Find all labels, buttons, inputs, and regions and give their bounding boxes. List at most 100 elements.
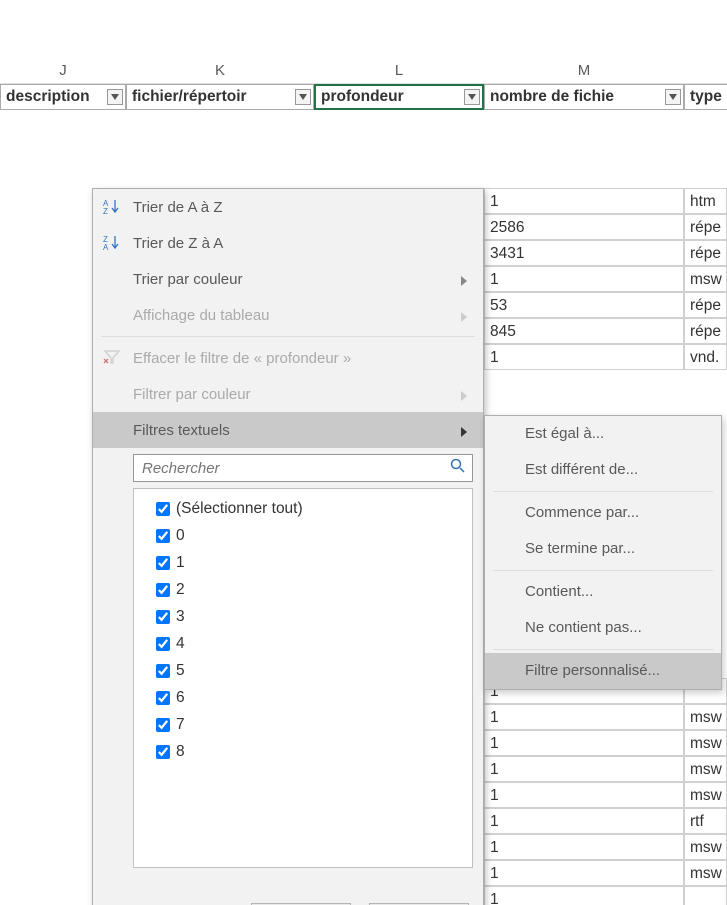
menu-sort-za[interactable]: ZA Trier de Z à A [93,225,483,261]
cell[interactable]: 845 [484,318,684,344]
checkbox[interactable] [156,691,170,705]
cell[interactable]: 1 [484,266,684,292]
menu-clear-filter: Effacer le filtre de « profondeur » [93,340,483,376]
cell[interactable]: 1 [484,704,684,730]
cell[interactable]: 1 [484,886,684,905]
cell[interactable]: répe [684,214,727,240]
cell[interactable]: vnd. [684,344,727,370]
check-item[interactable]: 7 [140,711,466,738]
cell[interactable]: 1 [484,834,684,860]
search-icon [450,458,466,478]
submenu-not-contains[interactable]: Ne contient pas... [485,610,721,646]
menu-text-filters[interactable]: Filtres textuels [93,412,483,448]
cell[interactable]: 1 [484,188,684,214]
cell[interactable]: 53 [484,292,684,318]
separator [493,570,713,571]
header-label: profondeur [321,88,404,106]
cell[interactable]: 1 [484,782,684,808]
col-letter-j[interactable]: J [0,58,126,83]
cell[interactable]: 1 [484,808,684,834]
chevron-right-icon [461,424,469,441]
check-label: 0 [176,527,185,545]
sort-az-icon: AZ [103,197,121,219]
cell[interactable]: 1 [484,344,684,370]
cell[interactable]: répe [684,240,727,266]
column-n-lower: msw msw msw msw rtf msw msw [684,678,727,905]
cell[interactable]: rtf [684,808,727,834]
check-item[interactable]: 2 [140,576,466,603]
submenu-custom[interactable]: Filtre personnalisé... [485,653,721,689]
header-profondeur[interactable]: profondeur [314,84,484,110]
check-item[interactable]: 8 [140,738,466,765]
check-item[interactable]: 3 [140,603,466,630]
search-box[interactable] [133,454,473,482]
check-label: 1 [176,554,185,572]
cell[interactable]: msw [684,266,727,292]
check-label: 7 [176,716,185,734]
check-item[interactable]: 6 [140,684,466,711]
cell[interactable]: 2586 [484,214,684,240]
check-item[interactable]: 4 [140,630,466,657]
filter-checklist[interactable]: (Sélectionner tout) 0 1 2 3 4 5 6 7 8 [133,488,473,868]
checkbox[interactable] [156,529,170,543]
cell[interactable]: 3431 [484,240,684,266]
col-letter-n[interactable] [684,58,727,83]
checkbox[interactable] [156,637,170,651]
menu-label: Effacer le filtre de « profondeur » [133,350,351,367]
header-label: description [6,88,90,106]
header-fichier[interactable]: fichier/répertoir [126,84,314,110]
cell[interactable]: répe [684,318,727,344]
submenu-equals[interactable]: Est égal à... [485,416,721,452]
check-item[interactable]: 1 [140,549,466,576]
check-label: 8 [176,743,185,761]
menu-label: Filtrer par couleur [133,386,251,403]
menu-label: Filtres textuels [133,422,230,439]
cell[interactable]: 1 [484,860,684,886]
cell[interactable]: 1 [484,730,684,756]
checkbox[interactable] [156,664,170,678]
menu-sort-az[interactable]: AZ Trier de A à Z [93,189,483,225]
submenu-ends[interactable]: Se termine par... [485,531,721,567]
check-label: 5 [176,662,185,680]
cell[interactable]: msw [684,704,727,730]
search-input[interactable] [140,459,450,478]
separator [493,491,713,492]
check-item[interactable]: 0 [140,522,466,549]
tree-line-icon [140,502,154,516]
header-description[interactable]: description [0,84,126,110]
checkbox[interactable] [156,745,170,759]
checkbox[interactable] [156,583,170,597]
filter-button-nombre[interactable] [665,89,681,105]
filter-button-fichier[interactable] [295,89,311,105]
checkbox[interactable] [156,502,170,516]
cell[interactable]: htm [684,188,727,214]
filter-button-description[interactable] [107,89,123,105]
check-item[interactable]: 5 [140,657,466,684]
checkbox[interactable] [156,718,170,732]
filter-button-profondeur[interactable] [464,89,480,105]
cell[interactable]: msw [684,834,727,860]
cell[interactable] [684,886,727,905]
header-type[interactable]: type [684,84,727,110]
cell[interactable]: msw [684,730,727,756]
checkbox[interactable] [156,610,170,624]
menu-label: Trier par couleur [133,271,242,288]
cell[interactable]: répe [684,292,727,318]
separator [493,649,713,650]
col-letter-l[interactable]: L [314,58,484,83]
cell[interactable]: msw [684,782,727,808]
cell[interactable]: msw [684,756,727,782]
check-select-all[interactable]: (Sélectionner tout) [140,495,466,522]
col-letter-k[interactable]: K [126,58,314,83]
submenu-begins[interactable]: Commence par... [485,495,721,531]
header-label: nombre de fichie [490,88,614,106]
cell[interactable]: msw [684,860,727,886]
header-label: fichier/répertoir [132,88,247,106]
header-nombre[interactable]: nombre de fichie [484,84,684,110]
submenu-contains[interactable]: Contient... [485,574,721,610]
submenu-not-equals[interactable]: Est différent de... [485,452,721,488]
checkbox[interactable] [156,556,170,570]
menu-sort-color[interactable]: Trier par couleur [93,261,483,297]
col-letter-m[interactable]: M [484,58,684,83]
cell[interactable]: 1 [484,756,684,782]
